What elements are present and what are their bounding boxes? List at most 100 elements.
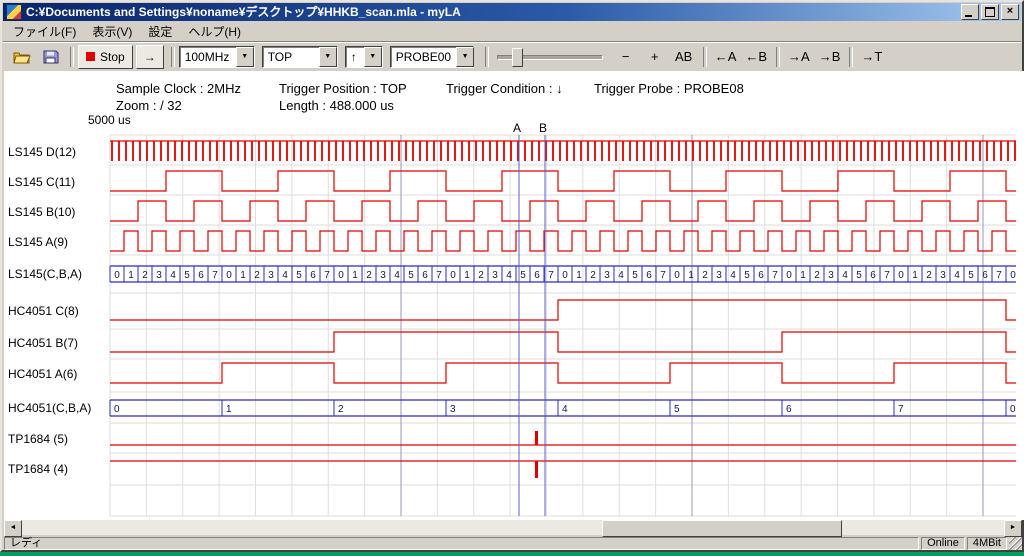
goto-trigger-button[interactable]: →T [857, 45, 886, 69]
maximize-button[interactable] [981, 4, 999, 20]
sample-clock-select[interactable]: 100MHz ▼ [179, 46, 255, 68]
save-button[interactable] [37, 45, 65, 69]
bus-value: 6 [870, 270, 876, 281]
zoom-in-button[interactable]: + [641, 45, 669, 69]
bus-value: 0 [1010, 404, 1016, 415]
bus-value: 0 [786, 270, 792, 281]
goto-cursor-a-right-button[interactable]: →A [784, 45, 814, 69]
channel-square: LS145 A(9) [8, 231, 1016, 251]
bus-value: 6 [422, 270, 428, 281]
minimize-button[interactable] [961, 4, 979, 20]
open-button[interactable] [8, 45, 36, 69]
channel-label: LS145 B(10) [8, 205, 75, 219]
scroll-left-icon[interactable]: ◄ [4, 520, 22, 537]
bus-value: 6 [310, 270, 316, 281]
zoom-slider[interactable] [497, 46, 603, 68]
close-button[interactable]: × [1001, 4, 1019, 20]
bus-value: 3 [716, 270, 722, 281]
bus-value: 6 [646, 270, 652, 281]
bus-value: 2 [590, 270, 596, 281]
menu-file[interactable]: ファイル(F) [5, 21, 84, 42]
bus-value: 5 [744, 270, 750, 281]
channel-label: HC4051(C,B,A) [8, 401, 91, 415]
bus-value: 7 [884, 270, 890, 281]
chevron-down-icon[interactable]: ▼ [456, 47, 474, 67]
chevron-down-icon[interactable]: ▼ [319, 47, 337, 67]
bus-value: 2 [702, 270, 708, 281]
channel-square: LS145 B(10) [8, 201, 1016, 221]
bus-value: 1 [226, 404, 232, 415]
bus-value: 2 [814, 270, 820, 281]
bus-value: 7 [324, 270, 330, 281]
status-ready-text: レディ [4, 537, 919, 550]
channel-bus: LS145(C,B,A)0123456701234567012345670123… [8, 266, 1016, 282]
bus-value: 4 [506, 270, 512, 281]
bus-value: 0 [674, 270, 680, 281]
goto-cursor-b-left-button[interactable]: ←B [741, 45, 771, 69]
bus-value: 7 [436, 270, 442, 281]
bus-value: 0 [450, 270, 456, 281]
horizontal-scrollbar[interactable]: ◄ ► [4, 520, 1022, 535]
bus-value: 4 [618, 270, 624, 281]
trigger-position-select[interactable]: TOP ▼ [262, 46, 338, 68]
signal-trace [110, 201, 1016, 221]
bus-value: 2 [926, 270, 932, 281]
bus-value: 3 [604, 270, 610, 281]
zoom-out-button[interactable]: − [612, 45, 640, 69]
bus-value: 0 [114, 270, 120, 281]
statusbar: レディ Online 4MBit [4, 537, 1022, 550]
toolbar: Stop → 100MHz ▼ TOP ▼ ↑ ▼ PROBE00 ▼ − + … [3, 41, 1021, 71]
zoom-slider-thumb[interactable] [512, 48, 523, 67]
chevron-down-icon[interactable]: ▼ [236, 47, 254, 67]
minimize-icon [965, 15, 972, 17]
bus-value: 2 [254, 270, 260, 281]
bus-value: 2 [366, 270, 372, 281]
trigger-position-info: Trigger Position : TOP [279, 81, 407, 96]
bus-value: 7 [996, 270, 1002, 281]
scrollbar-track[interactable] [22, 520, 1004, 535]
bus-value: 4 [394, 270, 400, 281]
bus-value: 5 [184, 270, 190, 281]
trigger-probe-value: PROBE00 [391, 50, 456, 64]
trigger-probe-select[interactable]: PROBE00 ▼ [390, 46, 474, 68]
maximize-icon [985, 7, 995, 17]
bus-value: 3 [940, 270, 946, 281]
goto-cursor-b-right-button[interactable]: →B [815, 45, 845, 69]
channel-square: HC4051 B(7) [8, 332, 1016, 352]
bus-value: 5 [408, 270, 414, 281]
run-button[interactable]: → [136, 45, 164, 69]
channel-square: HC4051 A(6) [8, 363, 1016, 383]
scrollbar-thumb[interactable] [602, 520, 842, 537]
resize-grip[interactable] [1009, 537, 1022, 550]
stop-button[interactable]: Stop [78, 45, 133, 69]
menu-view[interactable]: 表示(V) [84, 21, 140, 42]
bus-value: 4 [842, 270, 848, 281]
bus-value: 4 [954, 270, 960, 281]
bus-value: 2 [338, 404, 344, 415]
trigger-edge-select[interactable]: ↑ ▼ [345, 46, 383, 68]
bus-value: 1 [800, 270, 806, 281]
window-title: C:¥Documents and Settings¥noname¥デスクトップ¥… [26, 3, 959, 21]
bus-value: 1 [128, 270, 134, 281]
menu-settings[interactable]: 設定 [140, 21, 180, 42]
channel-label: TP1684 (5) [8, 432, 68, 446]
status-memory-badge: 4MBit [967, 537, 1007, 550]
signal-pulse [535, 431, 538, 445]
chevron-down-icon[interactable]: ▼ [364, 47, 382, 67]
bus-value: 1 [576, 270, 582, 281]
trigger-edge-value: ↑ [346, 50, 362, 64]
goto-cursor-a-left-button[interactable]: ←A [711, 45, 741, 69]
channel-square: HC4051 C(8) [8, 300, 1016, 320]
bus-value: 7 [772, 270, 778, 281]
scroll-right-icon[interactable]: ► [1004, 520, 1022, 537]
bus-value: 1 [912, 270, 918, 281]
status-online-badge: Online [921, 537, 965, 550]
bus-value: 5 [520, 270, 526, 281]
bus-value: 4 [282, 270, 288, 281]
waveform-plot[interactable]: LS145 D(12)LS145 C(11)LS145 B(10)LS145 A… [2, 118, 1024, 518]
trigger-position-value: TOP [263, 50, 297, 64]
channel-label: HC4051 C(8) [8, 304, 79, 318]
zoom-ab-button[interactable]: AB [670, 45, 698, 69]
menu-help[interactable]: ヘルプ(H) [180, 21, 249, 42]
bus-value: 3 [380, 270, 386, 281]
